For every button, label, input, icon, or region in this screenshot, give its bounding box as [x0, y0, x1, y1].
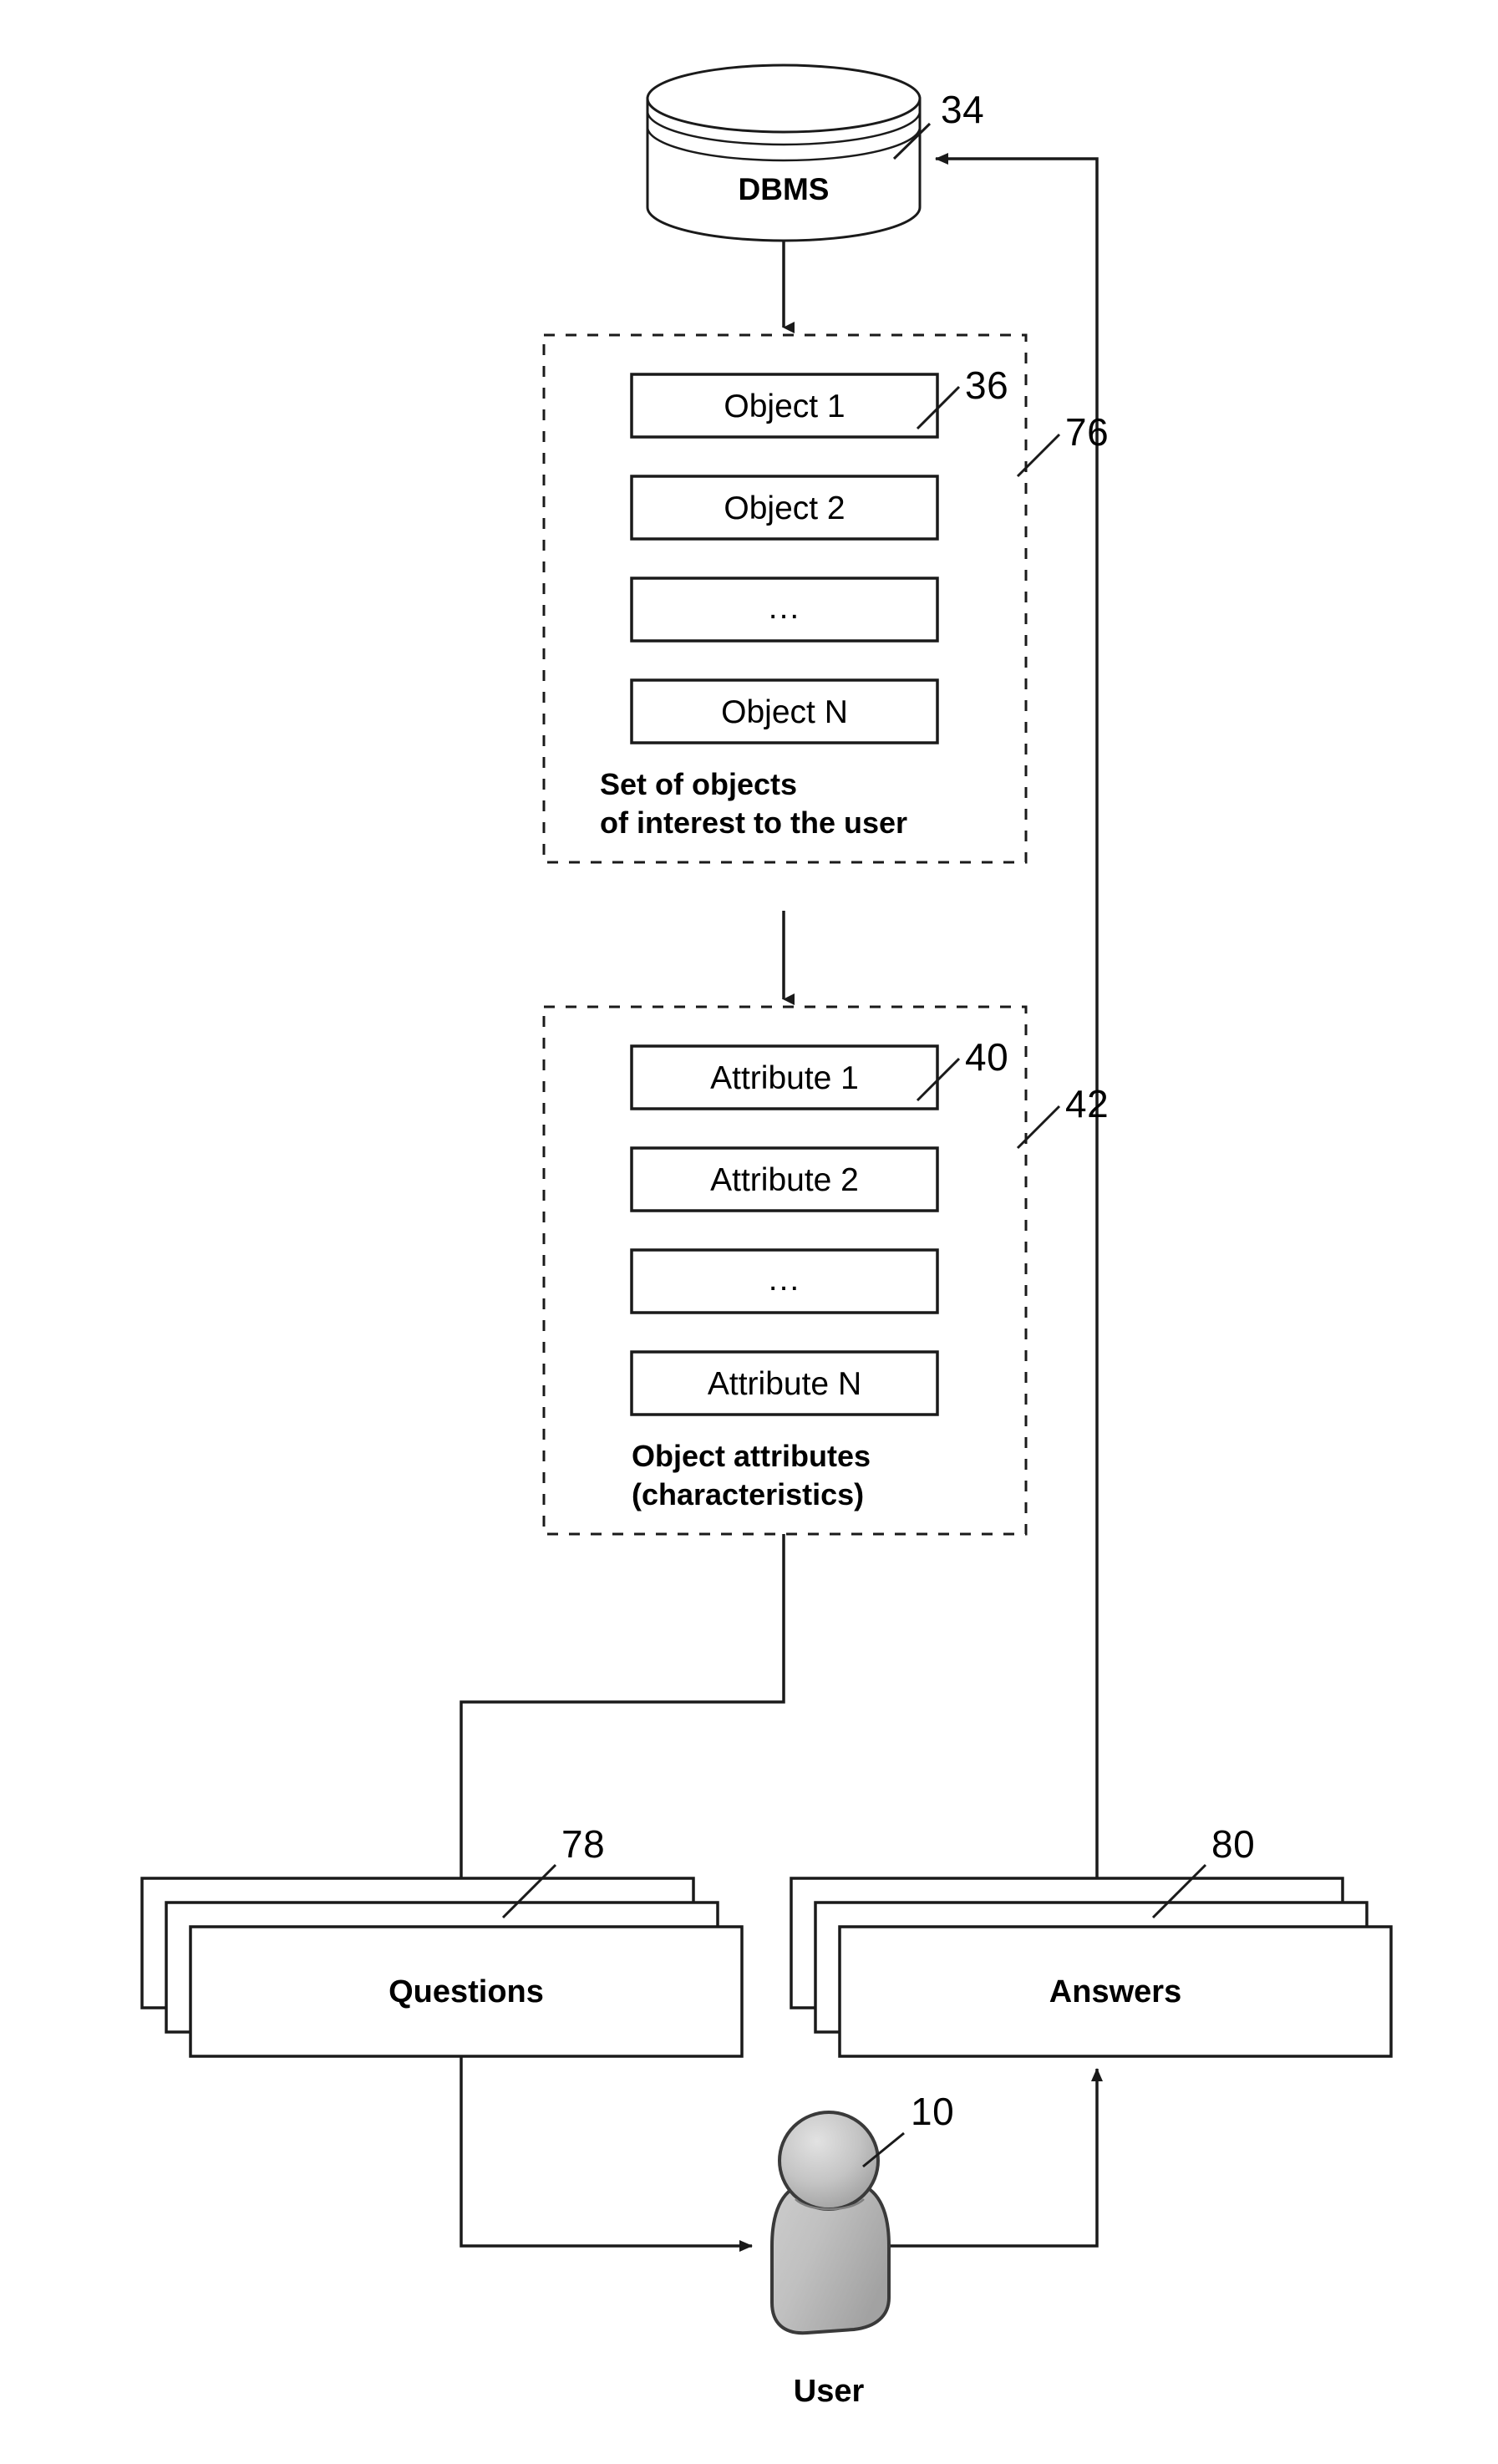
connector-questions-to-user: [460, 2056, 753, 2252]
dbms-cylinder: [646, 64, 922, 242]
attribute-label-1: Attribute 1: [710, 1060, 859, 1096]
attributes-group-caption-line2: (characteristics): [632, 1477, 865, 1511]
ref-10: 10: [911, 2090, 955, 2133]
leader-42: [1016, 1105, 1061, 1150]
answers-stack: [790, 1877, 1393, 2058]
patent-figure: DBMS 34 Object 1 Object 2 ... Object N S…: [0, 0, 1498, 2464]
attributes-group-caption-line1: Object attributes: [632, 1439, 871, 1473]
user-avatar-icon: [770, 2111, 891, 2335]
ref-36: 36: [965, 363, 1009, 407]
leader-76: [1016, 433, 1061, 478]
ref-80: 80: [1211, 1822, 1256, 1866]
questions-label: Questions: [388, 1974, 544, 2009]
object-label-1: Object 1: [724, 389, 845, 424]
attribute-label-2: Attribute 2: [710, 1162, 859, 1198]
object-label-4: Object N: [721, 694, 848, 730]
objects-group-caption-line1: Set of objects: [600, 767, 798, 801]
questions-stack: [140, 1877, 744, 2058]
ref-76: 76: [1065, 410, 1110, 454]
ref-78: 78: [561, 1822, 606, 1866]
user-label: User: [793, 2374, 865, 2409]
object-label-2: Object 2: [724, 490, 845, 526]
ref-34: 34: [941, 88, 985, 131]
attribute-label-4: Attribute N: [707, 1366, 862, 1402]
ref-42: 42: [1065, 1082, 1110, 1125]
attribute-label-3: ...: [768, 1262, 801, 1298]
diagram-vector-layer: [140, 64, 1393, 2335]
ref-40: 40: [965, 1035, 1009, 1079]
object-label-3: ...: [768, 590, 801, 626]
connector-attributes-to-questions: [460, 1534, 785, 1919]
dbms-label: DBMS: [738, 172, 830, 206]
answers-label: Answers: [1049, 1974, 1182, 2009]
objects-group-caption-line2: of interest to the user: [600, 805, 908, 840]
